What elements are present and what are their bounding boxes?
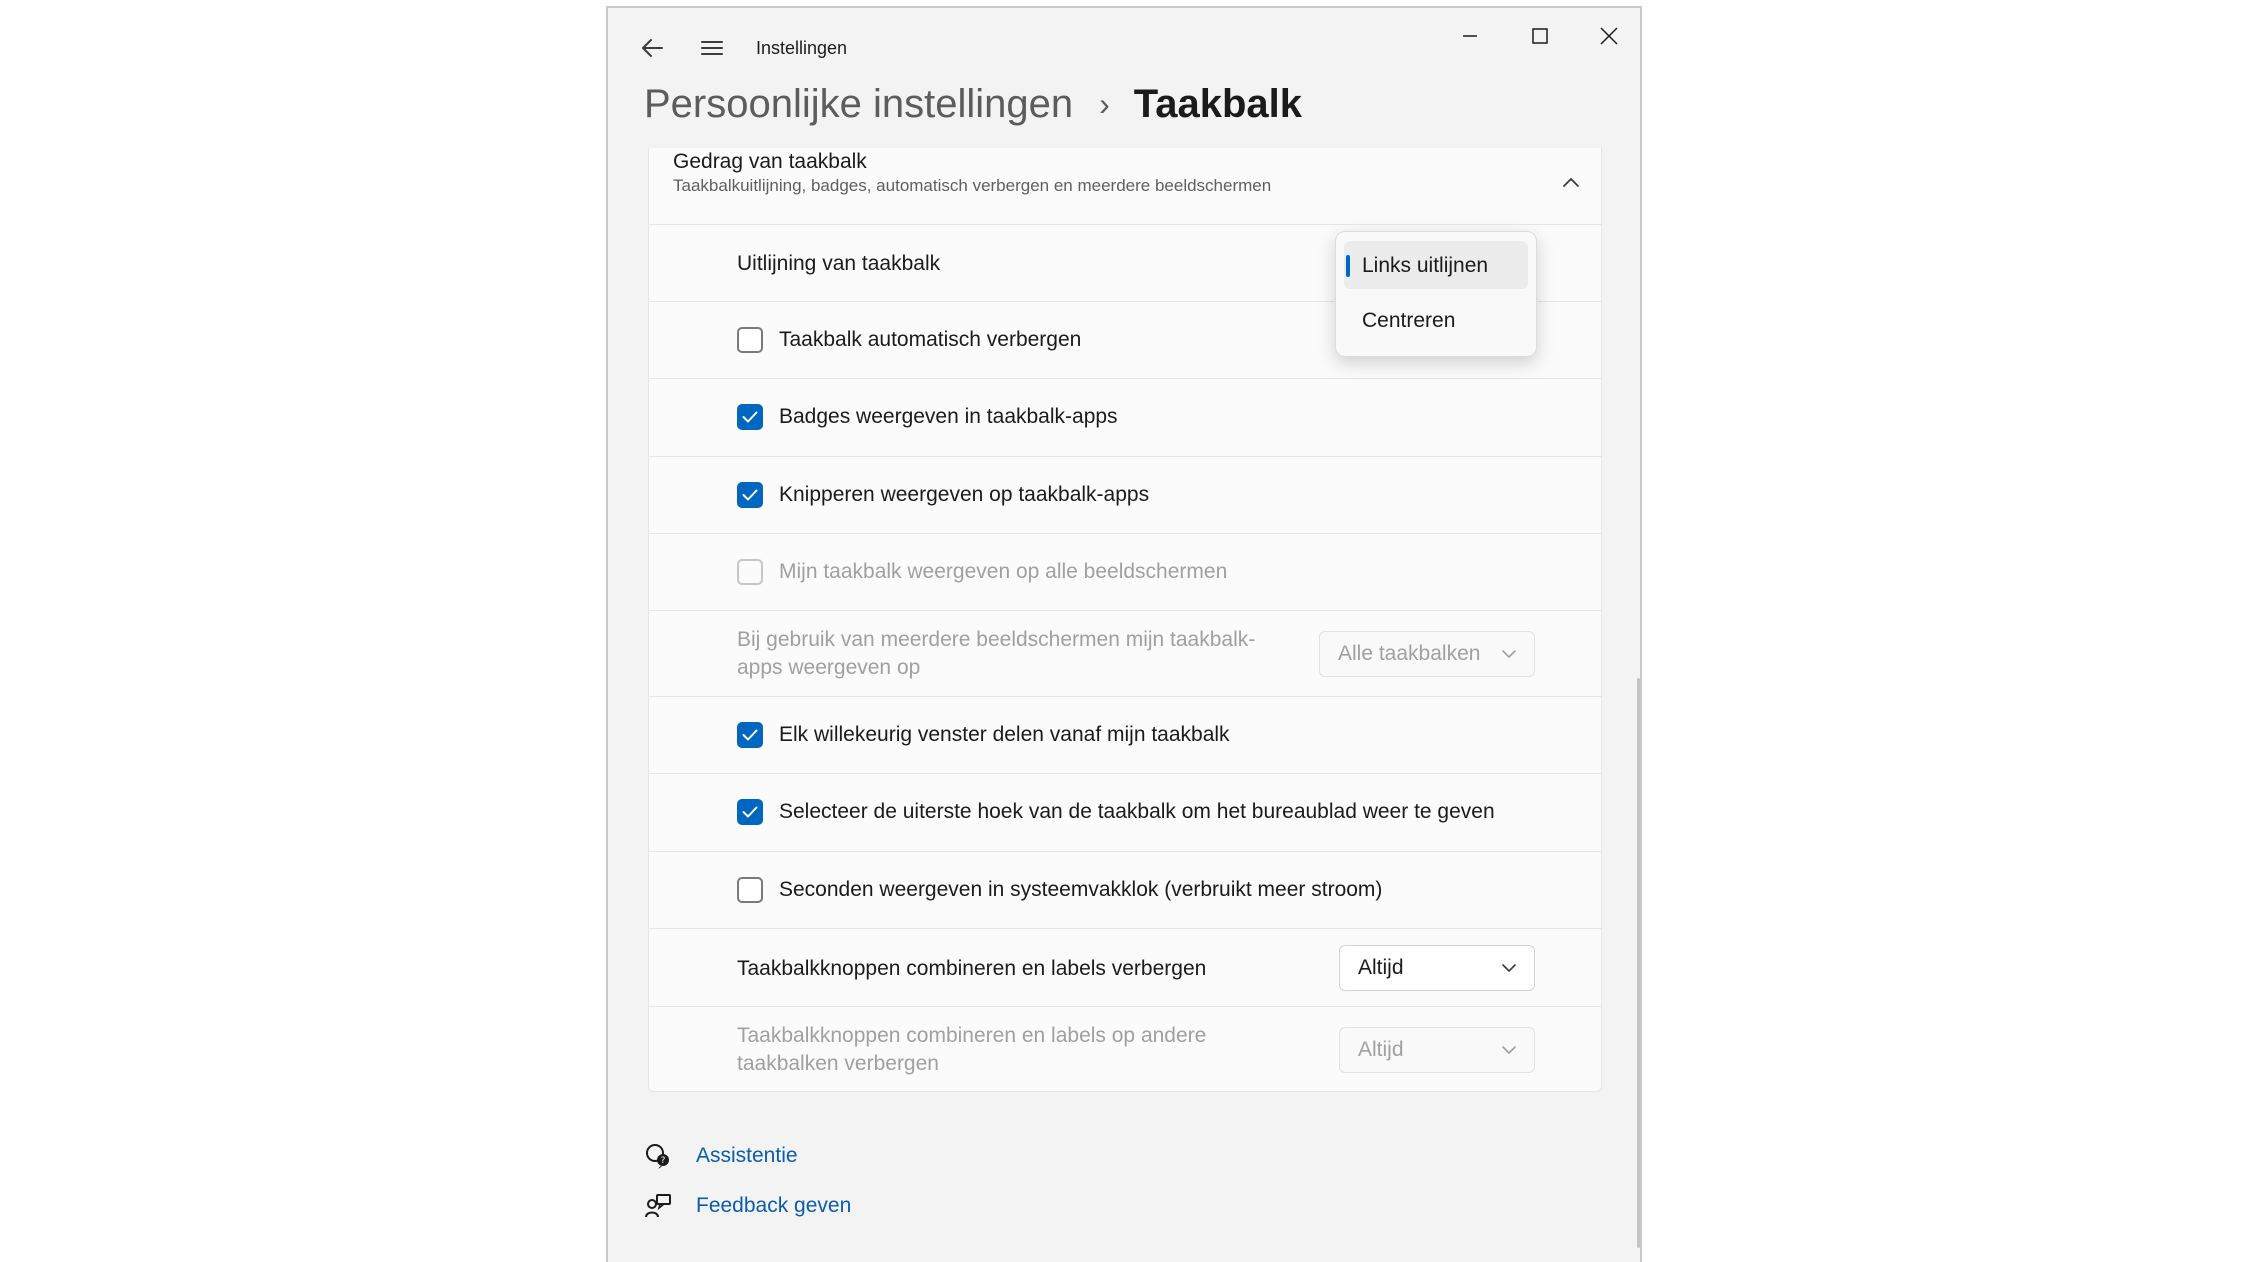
alignment-option-center-label: Centreren <box>1362 309 1456 332</box>
checkmark-icon <box>742 806 758 818</box>
feedback-link[interactable]: Feedback geven <box>644 1192 851 1220</box>
seconds-checkbox[interactable] <box>737 877 763 903</box>
section-title: Gedrag van taakbalk <box>673 150 867 173</box>
setting-row-far-corner: Selecteer de uiterste hoek van de taakba… <box>648 774 1602 852</box>
combine-value: Altijd <box>1358 956 1404 979</box>
combine-other-value: Altijd <box>1358 1038 1404 1061</box>
selected-indicator <box>1346 255 1350 277</box>
chevron-up-icon <box>1563 178 1579 187</box>
breadcrumb: Persoonlijke instellingen › Taakbalk <box>644 82 1302 127</box>
multi-display-apps-dropdown[interactable]: Alle taakbalken <box>1319 631 1535 677</box>
setting-row-multi-display-apps: Bij gebruik van meerdere beeldschermen m… <box>648 611 1602 697</box>
alignment-option-left[interactable]: Links uitlijnen <box>1344 241 1528 289</box>
page-title: Taakbalk <box>1133 82 1303 126</box>
combine-other-label-line2: taakbalken verbergen <box>737 1052 939 1075</box>
checkmark-icon <box>742 411 758 423</box>
menu-button[interactable] <box>692 28 732 68</box>
multi-display-apps-label-line2: apps weergeven op <box>737 656 921 679</box>
chevron-down-icon <box>1502 964 1516 972</box>
auto-hide-label[interactable]: Taakbalk automatisch verbergen <box>779 325 1081 354</box>
help-label[interactable]: Assistentie <box>696 1144 798 1168</box>
share-window-label[interactable]: Elk willekeurig venster delen vanaf mijn… <box>779 720 1230 749</box>
breadcrumb-separator: › <box>1099 86 1110 122</box>
auto-hide-checkbox[interactable] <box>737 327 763 353</box>
section-header[interactable]: Gedrag van taakbalk Taakbalkuitlijning, … <box>648 148 1602 225</box>
setting-row-all-displays: Mijn taakbalk weergeven op alle beeldsch… <box>648 534 1602 611</box>
seconds-label[interactable]: Seconden weergeven in systeemvakklok (ve… <box>779 875 1382 904</box>
far-corner-checkbox[interactable] <box>737 799 763 825</box>
back-button[interactable] <box>632 28 672 68</box>
section-subtitle: Taakbalkuitlijning, badges, automatisch … <box>673 176 1272 195</box>
flashing-label[interactable]: Knipperen weergeven op taakbalk-apps <box>779 480 1149 509</box>
chevron-down-icon <box>1502 650 1516 658</box>
badges-label[interactable]: Badges weergeven in taakbalk-apps <box>779 402 1118 431</box>
combine-other-label-line1: Taakbalkknoppen combineren en labels op … <box>737 1024 1207 1047</box>
far-corner-label[interactable]: Selecteer de uiterste hoek van de taakba… <box>779 797 1495 826</box>
alignment-option-left-label: Links uitlijnen <box>1362 254 1489 277</box>
alignment-option-center[interactable]: Centreren <box>1344 296 1528 344</box>
setting-row-combine-other: Taakbalkknoppen combineren en labels op … <box>648 1007 1602 1092</box>
hamburger-icon <box>701 41 723 55</box>
all-displays-checkbox[interactable] <box>737 559 763 585</box>
minimize-button[interactable] <box>1450 16 1490 56</box>
maximize-icon <box>1532 28 1548 44</box>
setting-row-combine: Taakbalkknoppen combineren en labels ver… <box>648 929 1602 1007</box>
alignment-label: Uitlijning van taakbalk <box>737 252 941 275</box>
setting-row-share-window: Elk willekeurig venster delen vanaf mijn… <box>648 697 1602 774</box>
all-displays-label: Mijn taakbalk weergeven op alle beeldsch… <box>779 560 1228 583</box>
flashing-checkbox[interactable] <box>737 482 763 508</box>
close-icon <box>1600 27 1618 45</box>
badges-checkbox[interactable] <box>737 404 763 430</box>
multi-display-apps-value: Alle taakbalken <box>1338 642 1481 665</box>
breadcrumb-parent[interactable]: Persoonlijke instellingen <box>644 82 1073 127</box>
feedback-icon <box>645 1194 671 1218</box>
collapse-button[interactable] <box>1551 162 1591 202</box>
combine-label: Taakbalkknoppen combineren en labels ver… <box>737 957 1207 980</box>
maximize-button[interactable] <box>1520 16 1560 56</box>
setting-row-seconds: Seconden weergeven in systeemvakklok (ve… <box>648 852 1602 929</box>
window-title: Instellingen <box>756 38 848 58</box>
back-arrow-icon <box>642 39 663 57</box>
setting-row-badges: Badges weergeven in taakbalk-apps <box>648 379 1602 457</box>
alignment-dropdown-flyout: Links uitlijnen Centreren <box>1335 231 1537 357</box>
help-chat-icon: ? <box>646 1144 669 1169</box>
feedback-label[interactable]: Feedback geven <box>696 1194 851 1218</box>
multi-display-apps-label-line1: Bij gebruik van meerdere beeldschermen m… <box>737 628 1256 651</box>
chevron-down-icon <box>1502 1046 1516 1054</box>
close-button[interactable] <box>1589 16 1629 56</box>
svg-text:?: ? <box>661 1156 666 1166</box>
minimize-icon <box>1463 35 1477 37</box>
checkmark-icon <box>742 489 758 501</box>
combine-other-dropdown[interactable]: Altijd <box>1339 1027 1535 1073</box>
share-window-checkbox[interactable] <box>737 722 763 748</box>
help-link[interactable]: ? Assistentie <box>644 1142 798 1170</box>
checkmark-icon <box>742 729 758 741</box>
combine-dropdown[interactable]: Altijd <box>1339 945 1535 991</box>
scrollbar[interactable] <box>1637 678 1640 1248</box>
setting-row-flashing: Knipperen weergeven op taakbalk-apps <box>648 457 1602 534</box>
